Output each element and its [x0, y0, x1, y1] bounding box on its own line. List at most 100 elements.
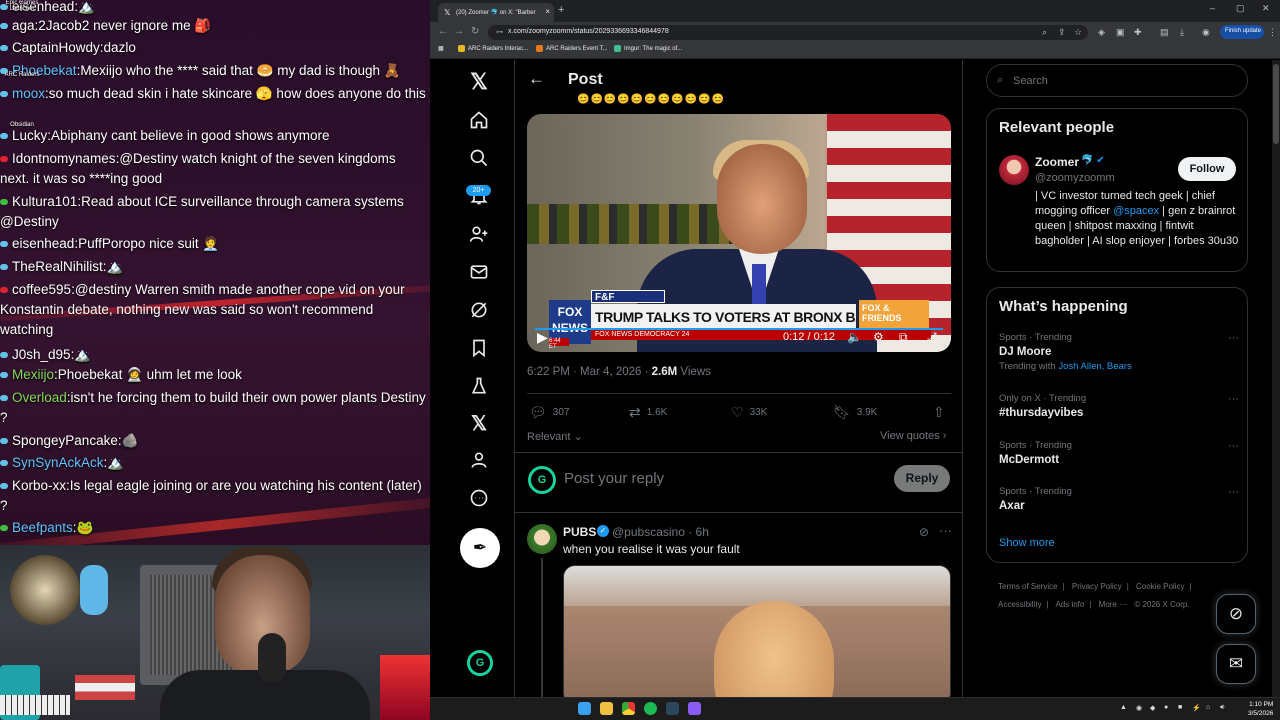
- chat-username[interactable]: SynSynAckAck: [12, 455, 104, 470]
- messages-floating-button[interactable]: ✉: [1216, 644, 1256, 684]
- more-options-icon[interactable]: ···: [1228, 393, 1239, 405]
- fullscreen-icon[interactable]: ⤢: [927, 330, 937, 345]
- volume-icon[interactable]: 🔈: [847, 330, 862, 344]
- chat-username[interactable]: Beefpants: [12, 520, 73, 535]
- reply-action[interactable]: 💬︎ 307: [529, 404, 569, 421]
- grok-shortcut-icon[interactable]: G: [467, 650, 493, 676]
- bookmark-item[interactable]: Imgur: The magic of...: [614, 45, 682, 52]
- view-quotes-link[interactable]: View quotes ›: [880, 430, 946, 442]
- chat-username[interactable]: coffee595: [12, 282, 71, 297]
- chat-username[interactable]: Mexiijo: [12, 367, 54, 382]
- person-name[interactable]: Zoomer: [1035, 155, 1079, 169]
- grok-floating-button[interactable]: ⊘: [1216, 594, 1256, 634]
- more-options-icon[interactable]: [467, 488, 491, 512]
- footer-link-accessibility[interactable]: Accessibility: [998, 600, 1042, 609]
- post-timestamp[interactable]: 6:22 PM · Mar 4, 2026 ·: [527, 366, 652, 378]
- reply-author-avatar[interactable]: [527, 524, 557, 554]
- forward-icon[interactable]: →: [454, 26, 464, 37]
- reply-button[interactable]: Reply: [894, 465, 950, 492]
- back-arrow-icon[interactable]: ←: [528, 69, 545, 89]
- download-icon[interactable]: ⤓: [1180, 27, 1184, 38]
- search-page-icon[interactable]: ⌕: [1042, 27, 1047, 38]
- trend-item[interactable]: Sports · Trending McDermott ···: [999, 440, 1239, 466]
- chat-username[interactable]: TheRealNihilist: [12, 259, 103, 274]
- finish-update-button[interactable]: Finish update: [1220, 25, 1264, 39]
- grok-explain-icon[interactable]: ⊘: [919, 525, 929, 539]
- desktop-icon-arc-raiders[interactable]: ARC Raiders: [2, 72, 42, 78]
- chat-username[interactable]: J0sh_d95: [12, 347, 71, 362]
- chat-username[interactable]: CaptainHowdy: [12, 40, 100, 55]
- desktop-icon-epic[interactable]: Epic Games Launcher: [2, 0, 42, 12]
- file-explorer-icon[interactable]: [600, 702, 613, 715]
- chat-username[interactable]: Overload: [12, 390, 67, 405]
- desktop-icon-obsidian[interactable]: Obsidian: [2, 122, 42, 128]
- like-action[interactable]: ♡ 33K: [731, 404, 767, 421]
- bookmark-item[interactable]: ARC Raiders Interac...: [458, 45, 528, 52]
- chat-username[interactable]: aga: [12, 18, 35, 33]
- reply-media[interactable]: [563, 565, 951, 697]
- video-player[interactable]: FOX NEWS F&F EXCLUSIVE TRUMP TALKS TO VO…: [527, 114, 951, 352]
- bookmark-action[interactable]: 🔖︎ 3.9K: [833, 404, 877, 421]
- tray-icon[interactable]: ▲: [1120, 704, 1127, 711]
- more-options-icon[interactable]: ···: [939, 523, 952, 538]
- new-tab-icon[interactable]: +: [558, 4, 564, 16]
- reload-icon[interactable]: ↻: [471, 26, 479, 37]
- home-icon[interactable]: [467, 110, 491, 134]
- trend-item[interactable]: Only on X · Trending #thursdayvibes ···: [999, 393, 1239, 419]
- repost-action[interactable]: ⇄ 1.6K: [629, 404, 667, 421]
- chat-username[interactable]: eisenhead: [12, 236, 74, 251]
- footer-link-cookie[interactable]: Cookie Policy: [1136, 582, 1184, 591]
- person-avatar[interactable]: [999, 155, 1029, 185]
- obsidian-icon[interactable]: [688, 702, 701, 715]
- chat-username[interactable]: Idontnomynames: [12, 151, 116, 166]
- minimize-icon[interactable]: –: [1210, 3, 1215, 13]
- tray-icon[interactable]: ■: [1178, 704, 1182, 711]
- chat-username[interactable]: SpongeyPancake: [12, 433, 118, 448]
- more-options-icon[interactable]: ···: [1228, 486, 1239, 498]
- address-bar[interactable]: ⊶ x.com/zoomyzoomm/status/20293366933468…: [488, 25, 1088, 40]
- premium-x-icon[interactable]: 𝕏: [467, 412, 491, 436]
- apps-grid-icon[interactable]: ▦: [438, 45, 444, 52]
- footer-link-more[interactable]: More ···: [1099, 600, 1127, 609]
- extensions-puzzle-icon[interactable]: ✚: [1134, 27, 1142, 38]
- browser-tab[interactable]: 𝕏 (20) Zoomer 🐬 on X: "Barber ×: [438, 3, 554, 22]
- footer-link-privacy[interactable]: Privacy Policy: [1072, 582, 1122, 591]
- share-icon[interactable]: ⇪: [1058, 27, 1066, 38]
- follow-people-icon[interactable]: [467, 224, 491, 248]
- chat-username[interactable]: moox: [12, 86, 45, 101]
- profile-icon[interactable]: ◉: [1202, 27, 1210, 38]
- more-options-icon[interactable]: ···: [1228, 332, 1239, 344]
- bookmark-item[interactable]: ARC Raiders Event T...: [536, 45, 608, 52]
- extension-icon[interactable]: ▣: [1116, 27, 1125, 38]
- bookmark-star-icon[interactable]: ☆: [1074, 27, 1082, 38]
- chat-username[interactable]: Korbo-xx: [12, 478, 66, 493]
- close-tab-icon[interactable]: ×: [545, 7, 550, 16]
- chat-username[interactable]: Lucky: [12, 128, 47, 143]
- user-avatar[interactable]: G: [528, 466, 556, 494]
- settings-gear-icon[interactable]: ⚙: [873, 330, 884, 344]
- trend-item[interactable]: Sports · Trending DJ Moore Trending with…: [999, 332, 1239, 372]
- messages-envelope-icon[interactable]: [467, 262, 491, 286]
- volume-icon[interactable]: 🔊︎: [1220, 704, 1224, 712]
- footer-link-ads[interactable]: Ads info: [1055, 600, 1084, 609]
- reading-mode-icon[interactable]: ▤: [1160, 27, 1169, 38]
- show-more-link[interactable]: Show more: [999, 537, 1055, 549]
- system-clock[interactable]: 1:10 PM 3/5/2026: [1248, 700, 1273, 718]
- start-windows-icon[interactable]: [578, 702, 591, 715]
- reply-author-handle[interactable]: @pubscasino · 6h: [612, 525, 709, 539]
- site-info-icon[interactable]: ⊶: [496, 28, 503, 36]
- extension-icon[interactable]: ◈: [1098, 27, 1105, 38]
- bio-mention-link[interactable]: @spacex: [1113, 205, 1159, 217]
- share-action[interactable]: ⇧: [933, 404, 951, 421]
- scrollbar[interactable]: [1272, 60, 1280, 697]
- trend-related-links[interactable]: Josh Allen, Bears: [1058, 361, 1131, 372]
- follow-button[interactable]: Follow: [1178, 157, 1236, 181]
- reply-sort-dropdown[interactable]: Relevant ⌄: [527, 430, 583, 443]
- maximize-icon[interactable]: ▢: [1236, 3, 1245, 14]
- steam-icon[interactable]: [666, 702, 679, 715]
- close-window-icon[interactable]: ✕: [1262, 3, 1270, 14]
- reply-input[interactable]: Post your reply: [564, 470, 664, 487]
- menu-icon[interactable]: ⋮: [1268, 27, 1277, 38]
- x-logo-icon[interactable]: 𝕏: [467, 70, 491, 94]
- network-icon[interactable]: ⌂: [1206, 704, 1210, 711]
